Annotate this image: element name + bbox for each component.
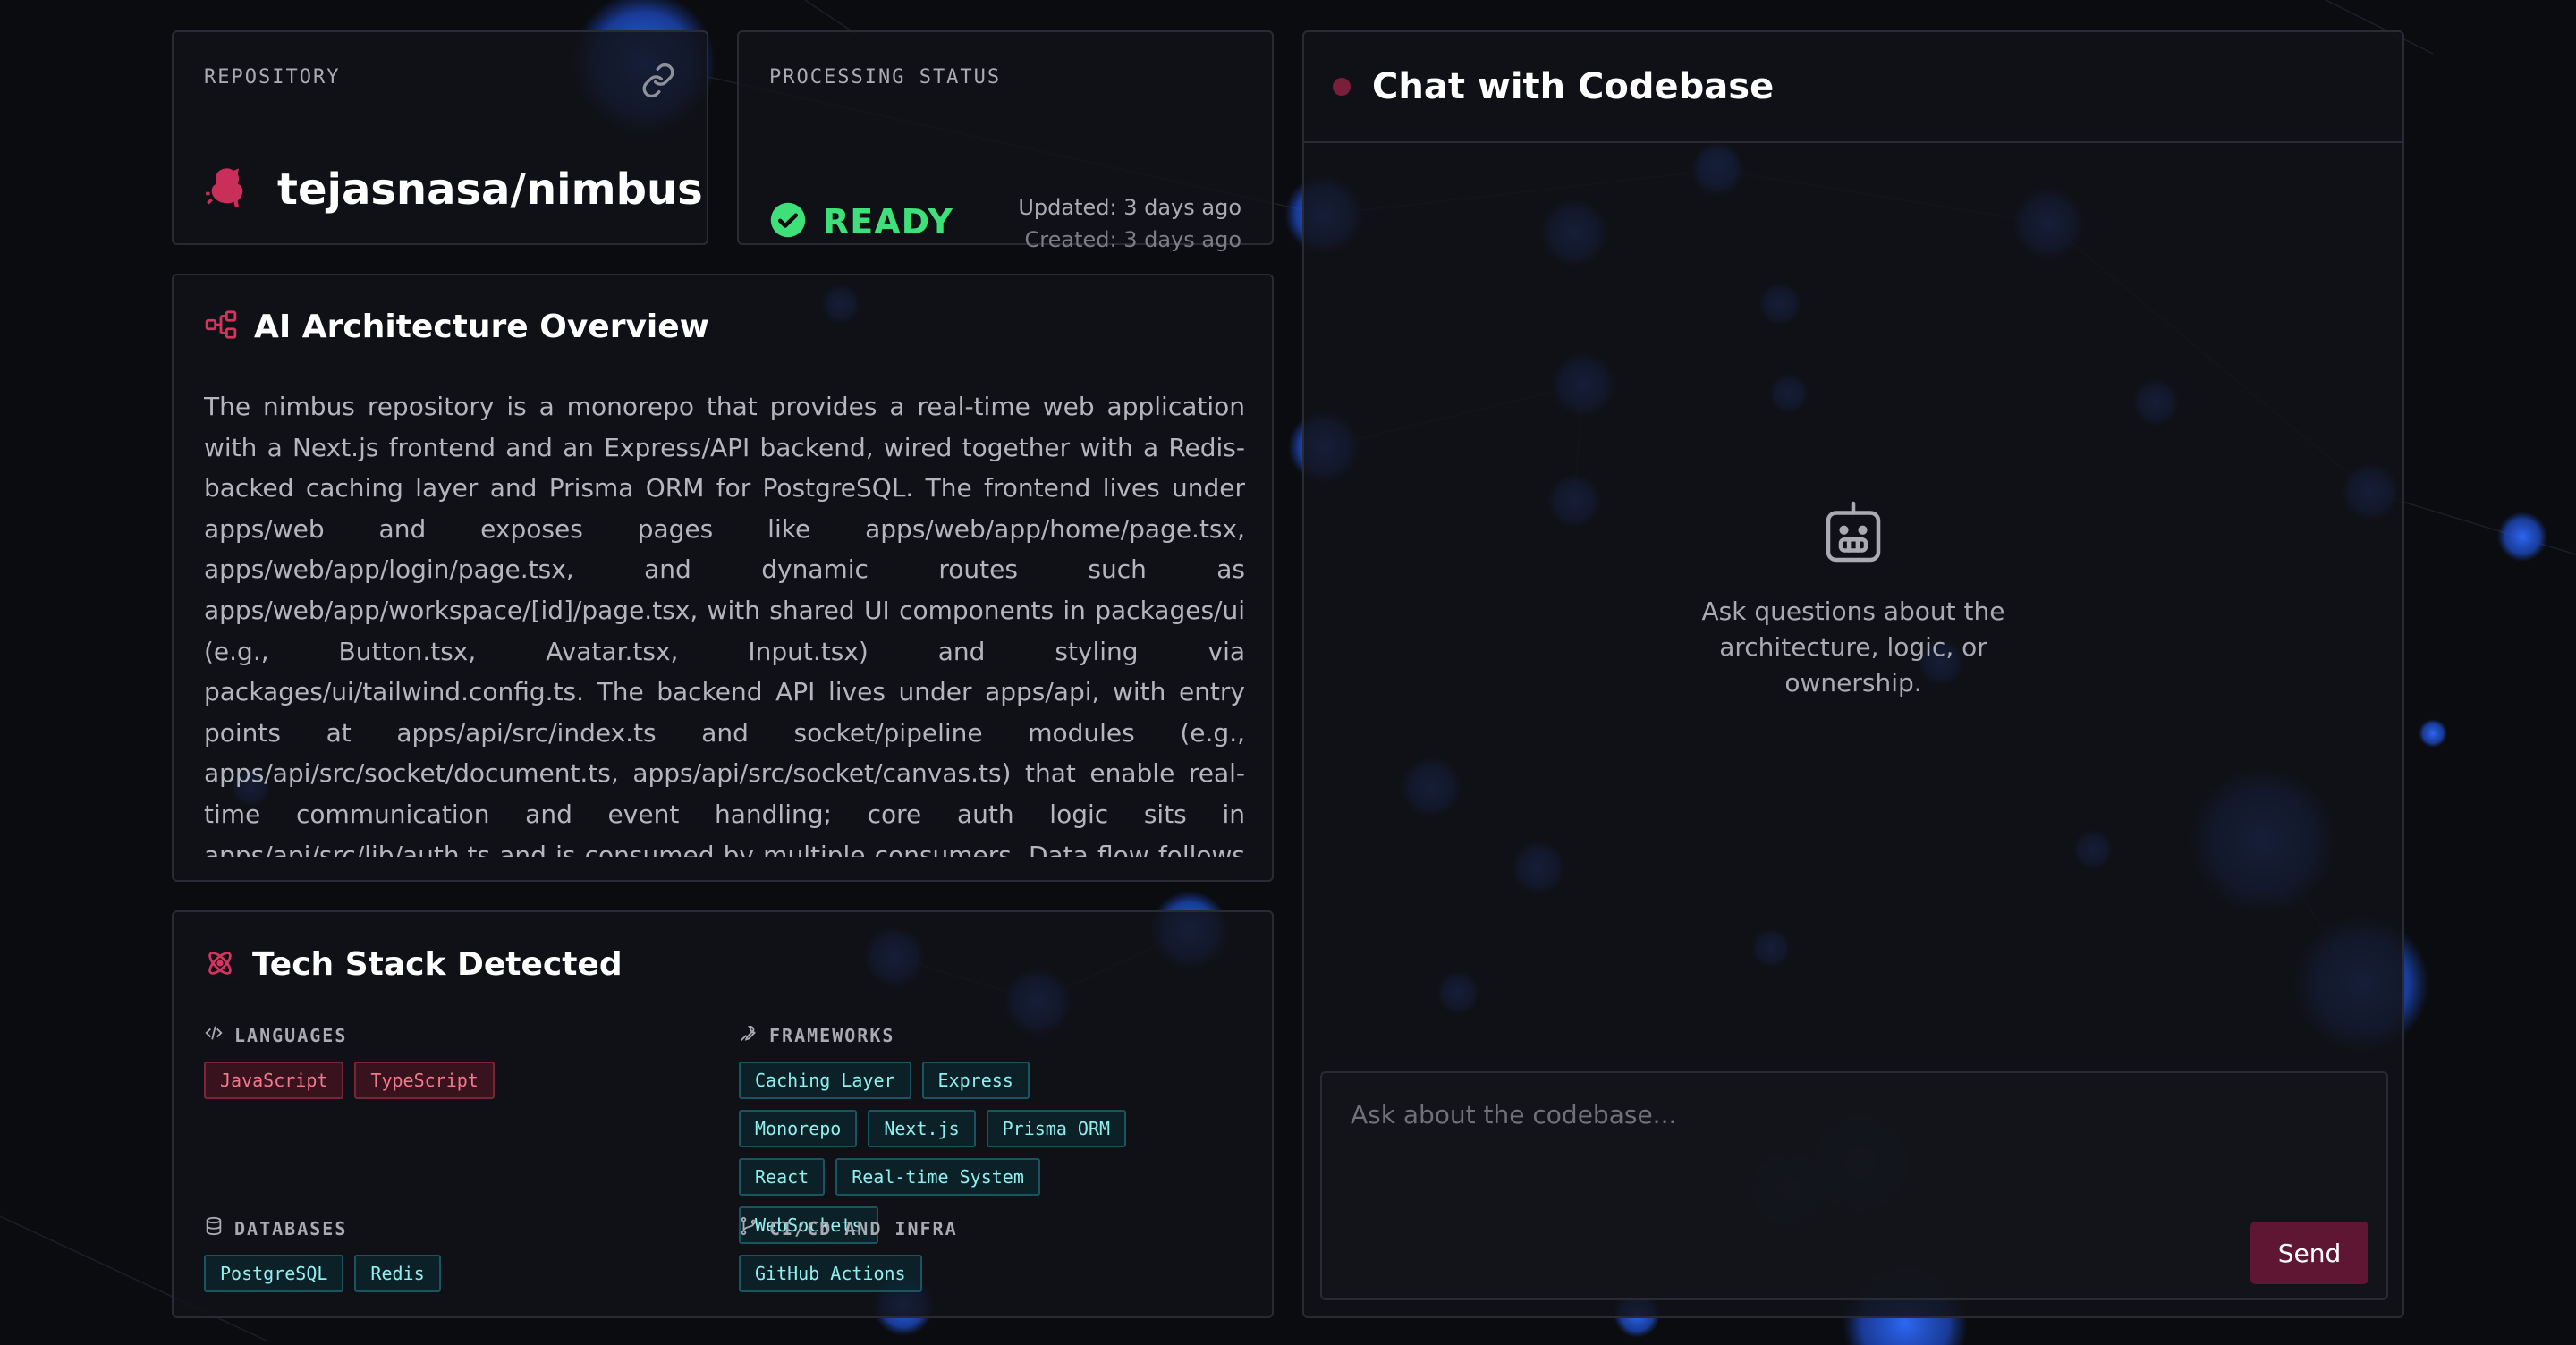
- repository-name-row: tejasnasa/nimbus: [204, 165, 703, 215]
- tag-express: Express: [921, 1062, 1030, 1099]
- repository-panel: REPOSITORY tejasnasa/nimbus: [172, 30, 708, 245]
- code-icon: [204, 1023, 224, 1047]
- tag-react: React: [739, 1158, 826, 1196]
- architecture-title: AI Architecture Overview: [254, 308, 709, 345]
- status-dot-icon: [1333, 78, 1351, 96]
- chat-panel: Chat with Codebase Ask questions about t…: [1302, 30, 2404, 1318]
- cicd-label: CI/CD AND INFRA: [769, 1217, 958, 1239]
- chat-header: Chat with Codebase: [1304, 32, 2402, 143]
- chat-input[interactable]: [1322, 1073, 2386, 1216]
- databases-label: DATABASES: [234, 1217, 348, 1239]
- created-time: Created: 3 days ago: [1024, 227, 1242, 252]
- send-button[interactable]: Send: [2250, 1222, 2368, 1284]
- status-row: READY: [769, 201, 953, 242]
- github-icon: [204, 165, 250, 215]
- tag-monorepo: Monorepo: [739, 1110, 858, 1147]
- tag-github-actions: GitHub Actions: [739, 1255, 922, 1292]
- atom-icon: [204, 947, 236, 983]
- status-dates: Updated: 3 days ago Created: 3 days ago: [1018, 191, 1241, 256]
- languages-label: LANGUAGES: [234, 1024, 348, 1046]
- processing-status-label: PROCESSING STATUS: [769, 66, 1002, 89]
- tech-stack-title-row: Tech Stack Detected: [204, 946, 623, 983]
- databases-tags: PostgreSQL Redis: [204, 1255, 705, 1292]
- databases-section: DATABASES PostgreSQL Redis: [204, 1216, 705, 1292]
- tag-prisma-orm: Prisma ORM: [986, 1110, 1127, 1147]
- architecture-overview-panel: AI Architecture Overview The nimbus repo…: [172, 274, 1274, 882]
- tag-redis: Redis: [354, 1255, 441, 1292]
- network-node: [2419, 719, 2447, 748]
- updated-time: Updated: 3 days ago: [1018, 195, 1241, 220]
- tag-caching-layer: Caching Layer: [739, 1062, 911, 1099]
- git-branch-icon: [739, 1216, 758, 1240]
- chat-empty-text: Ask questions about the architecture, lo…: [1701, 596, 2005, 698]
- chat-input-box: Send: [1320, 1071, 2388, 1300]
- languages-tags: JavaScript TypeScript: [204, 1062, 705, 1099]
- status-badge: READY: [823, 202, 953, 241]
- tech-stack-title: Tech Stack Detected: [252, 946, 623, 983]
- tech-stack-panel: Tech Stack Detected LANGUAGES JavaScript…: [172, 910, 1274, 1318]
- architecture-text-scroll[interactable]: The nimbus repository is a monorepo that…: [204, 386, 1245, 857]
- check-circle-icon: [769, 201, 807, 242]
- robot-icon: [1816, 501, 1891, 576]
- database-icon: [204, 1216, 224, 1240]
- chat-title: Chat with Codebase: [1372, 66, 1775, 107]
- tag-nextjs: Next.js: [868, 1110, 976, 1147]
- repository-label: REPOSITORY: [204, 66, 341, 89]
- chat-empty-state: Ask questions about the architecture, lo…: [1304, 497, 2402, 701]
- languages-section: LANGUAGES JavaScript TypeScript: [204, 1023, 705, 1099]
- repository-name[interactable]: tejasnasa/nimbus: [277, 165, 703, 215]
- cicd-tags: GitHub Actions: [739, 1255, 1240, 1292]
- wrench-icon: [739, 1023, 758, 1047]
- hierarchy-icon: [204, 308, 238, 345]
- architecture-text: The nimbus repository is a monorepo that…: [204, 392, 1245, 857]
- link-icon[interactable]: [640, 63, 676, 102]
- frameworks-section: FRAMEWORKS Caching Layer Express Monorep…: [739, 1023, 1240, 1244]
- tag-typescript: TypeScript: [354, 1062, 495, 1099]
- tag-real-time-system: Real-time System: [835, 1158, 1040, 1196]
- processing-status-panel: PROCESSING STATUS READY Updated: 3 days …: [737, 30, 1274, 252]
- network-node: [2497, 512, 2547, 562]
- architecture-title-row: AI Architecture Overview: [204, 308, 709, 345]
- tag-javascript: JavaScript: [204, 1062, 344, 1099]
- tag-postgresql: PostgreSQL: [204, 1255, 344, 1292]
- frameworks-label: FRAMEWORKS: [769, 1024, 895, 1046]
- cicd-section: CI/CD AND INFRA GitHub Actions: [739, 1216, 1240, 1292]
